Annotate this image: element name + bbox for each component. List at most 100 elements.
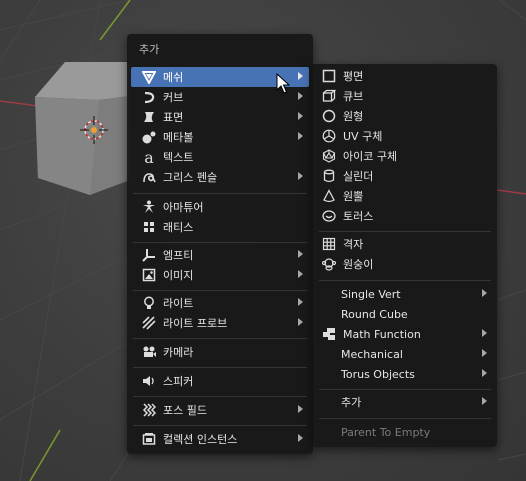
menu-item-speaker[interactable]: 스피커 — [131, 371, 309, 391]
menu-item-metaball[interactable]: 메타볼 — [131, 127, 309, 147]
menu-item-grease-pencil[interactable]: 그리스 펜슬 — [131, 167, 309, 187]
cube-icon — [321, 88, 337, 104]
mesh-submenu: 평면 큐브 원형 UV 구체 아이코 구체 실린더 원뿔 토러스 격자 원숭이 … — [313, 64, 497, 447]
submenu-arrow-icon — [298, 318, 303, 326]
menu-item-label: 라이트 — [163, 297, 194, 310]
submenu-item-label: Single Vert — [341, 287, 401, 301]
surface-icon — [141, 109, 157, 125]
menu-item-lattice[interactable]: 래티스 — [131, 217, 309, 237]
menu-item-label: 아마튜어 — [163, 201, 204, 214]
monkey-icon — [321, 256, 337, 272]
speaker-icon — [141, 373, 157, 389]
menu-item-collection-instance[interactable]: 컬렉션 인스턴스 — [131, 429, 309, 449]
submenu-item-round-cube[interactable]: Round Cube — [317, 304, 493, 324]
submenu-item-label: 큐브 — [343, 90, 364, 103]
light-probe-icon — [141, 315, 157, 331]
menu-item-label: 메쉬 — [163, 71, 184, 84]
light-icon — [141, 295, 157, 311]
text-icon: a — [144, 147, 154, 167]
menu-item-light[interactable]: 라이트 — [131, 293, 309, 313]
metaball-icon — [141, 129, 157, 145]
submenu-item-label: Math Function — [343, 327, 421, 341]
image-icon — [141, 267, 157, 283]
lattice-icon — [141, 219, 157, 235]
submenu-arrow-icon — [298, 298, 303, 306]
separator — [319, 389, 491, 390]
menu-item-label: 커브 — [163, 91, 184, 104]
plane-icon — [321, 68, 337, 84]
separator — [133, 242, 307, 243]
menu-item-light-probe[interactable]: 라이트 프로브 — [131, 313, 309, 333]
submenu-item-label: Mechanical — [341, 347, 403, 361]
menu-item-force-field[interactable]: 포스 필드 — [131, 400, 309, 420]
torus-icon — [321, 208, 337, 224]
submenu-item-uv-sphere[interactable]: UV 구체 — [317, 126, 493, 146]
submenu-arrow-icon — [482, 397, 487, 405]
submenu-arrow-icon — [482, 349, 487, 357]
menu-item-surface[interactable]: 표면 — [131, 107, 309, 127]
circle-icon — [321, 108, 337, 124]
submenu-item-cylinder[interactable]: 실린더 — [317, 166, 493, 186]
menu-item-label: 텍스트 — [163, 151, 194, 164]
submenu-arrow-icon — [298, 92, 303, 100]
submenu-item-label: UV 구체 — [343, 130, 383, 143]
submenu-item-grid[interactable]: 격자 — [317, 234, 493, 254]
separator — [133, 338, 307, 339]
menu-item-label: 메타볼 — [163, 131, 194, 144]
submenu-arrow-icon — [482, 369, 487, 377]
mouse-pointer-icon — [276, 73, 290, 94]
cylinder-icon — [321, 168, 337, 184]
menu-title: 추가 — [139, 43, 160, 56]
menu-item-label: 그리스 펜슬 — [163, 171, 218, 184]
add-menu: 추가 메쉬 커브 표면 메타볼 a 텍스트 그리스 펜슬 아마튜어 래티스 엠프… — [127, 34, 313, 454]
submenu-item-circle[interactable]: 원형 — [317, 106, 493, 126]
submenu-item-label: 원뿔 — [343, 190, 364, 203]
submenu-arrow-icon — [298, 132, 303, 140]
menu-item-label: 래티스 — [163, 221, 194, 234]
submenu-item-mechanical[interactable]: Mechanical — [317, 344, 493, 364]
submenu-item-label: 격자 — [343, 238, 364, 251]
menu-item-empty[interactable]: 엠프티 — [131, 245, 309, 265]
submenu-item-cube[interactable]: 큐브 — [317, 86, 493, 106]
grid-icon — [321, 236, 337, 252]
submenu-item-label: 원숭이 — [343, 258, 374, 271]
separator — [133, 367, 307, 368]
submenu-item-label: Parent To Empty — [341, 425, 431, 439]
separator — [133, 193, 307, 194]
menu-item-label: 컬렉션 인스턴스 — [163, 433, 238, 446]
submenu-item-math-function[interactable]: Math Function — [317, 324, 493, 344]
force-field-icon — [141, 402, 157, 418]
grease-pencil-icon — [141, 169, 157, 185]
submenu-arrow-icon — [298, 270, 303, 278]
submenu-item-label: Round Cube — [341, 307, 408, 321]
submenu-item-parent-to-empty: Parent To Empty — [317, 422, 493, 442]
submenu-item-cone[interactable]: 원뿔 — [317, 186, 493, 206]
submenu-item-ico-sphere[interactable]: 아이코 구체 — [317, 146, 493, 166]
empty-icon — [141, 247, 157, 263]
menu-item-text[interactable]: a 텍스트 — [131, 147, 309, 167]
menu-item-camera[interactable]: 카메라 — [131, 342, 309, 362]
submenu-item-label: 아이코 구체 — [343, 150, 398, 163]
submenu-arrow-icon — [482, 289, 487, 297]
menu-item-image[interactable]: 이미지 — [131, 265, 309, 285]
curve-icon — [141, 89, 157, 105]
submenu-item-label: 원형 — [343, 110, 364, 123]
separator — [319, 231, 491, 232]
submenu-item-add[interactable]: 추가 — [317, 392, 493, 412]
submenu-arrow-icon — [298, 405, 303, 413]
submenu-item-torus[interactable]: 토러스 — [317, 206, 493, 226]
separator — [133, 396, 307, 397]
menu-item-label: 엠프티 — [163, 249, 194, 262]
submenu-item-torus-objects[interactable]: Torus Objects — [317, 364, 493, 384]
submenu-item-monkey[interactable]: 원숭이 — [317, 254, 493, 274]
menu-item-label: 표면 — [163, 111, 184, 124]
submenu-arrow-icon — [482, 329, 487, 337]
separator — [319, 280, 491, 281]
menu-item-armature[interactable]: 아마튜어 — [131, 197, 309, 217]
mesh-icon — [141, 69, 157, 85]
submenu-item-plane[interactable]: 평면 — [317, 66, 493, 86]
menu-item-label: 스피커 — [163, 375, 194, 388]
separator — [133, 290, 307, 291]
submenu-arrow-icon — [298, 112, 303, 120]
submenu-item-single-vert[interactable]: Single Vert — [317, 284, 493, 304]
